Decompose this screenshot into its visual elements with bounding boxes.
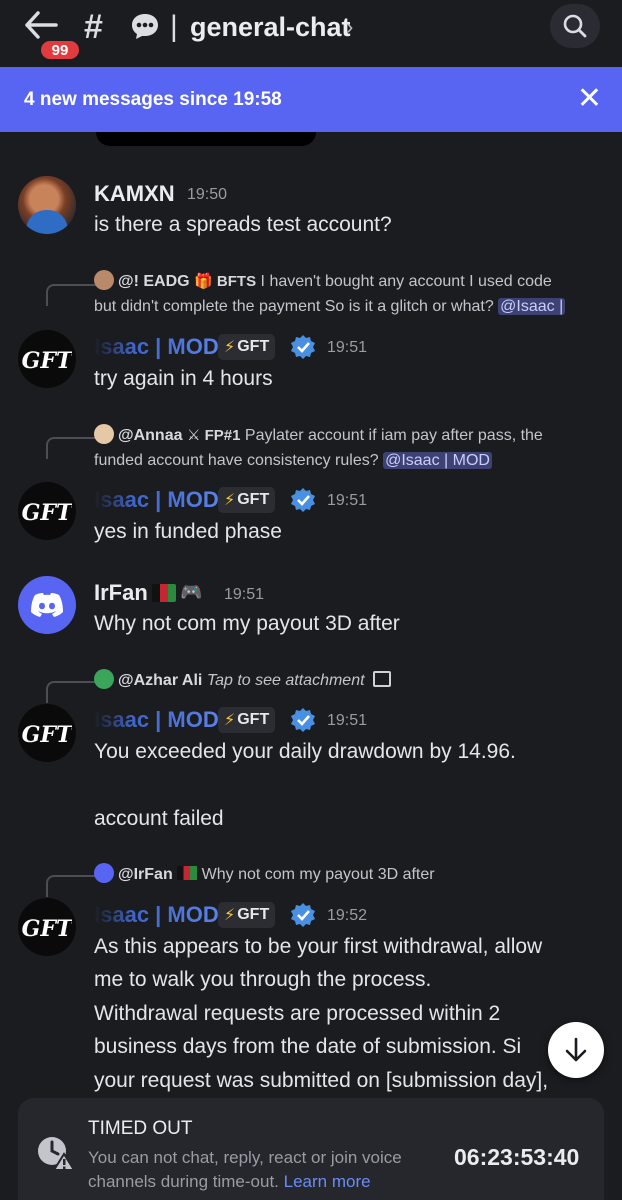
reply-preview[interactable]: @! EADG 🎁 BFTS I haven't bought any acco… — [94, 269, 604, 319]
lightning-icon: ⚡ — [224, 492, 236, 509]
reply-avatar — [94, 270, 114, 290]
avatar[interactable]: GFT — [18, 482, 76, 540]
chevron-right-icon[interactable]: › — [346, 14, 353, 40]
server-tag: ⚡ GFT — [218, 707, 276, 733]
unread-badge: 99 — [38, 38, 82, 62]
image-icon — [373, 671, 391, 687]
svg-text:GFT: GFT — [22, 500, 72, 526]
message-text: Why not com my payout 3D after — [94, 612, 400, 635]
message-text: try again in 4 hours — [94, 367, 273, 390]
avatar[interactable] — [18, 576, 76, 634]
gft-logo-icon: GFT — [22, 348, 72, 374]
reply-author: @! EADG — [118, 273, 190, 290]
server-tag: ⚡ GFT — [218, 487, 276, 513]
message-author[interactable]: Isaac | MOD — [94, 707, 219, 733]
speech-bubble-icon — [132, 14, 158, 39]
avatar[interactable]: GFT — [18, 704, 76, 762]
svg-text:GFT: GFT — [22, 722, 72, 748]
timeout-description: You can not chat, reply, react or join v… — [88, 1148, 402, 1191]
avatar[interactable] — [18, 176, 76, 234]
search-button[interactable] — [550, 4, 600, 48]
lightning-icon: ⚡ — [224, 339, 236, 356]
svg-text:GFT: GFT — [22, 916, 72, 942]
arrow-down-icon — [565, 1037, 587, 1062]
server-tag: ⚡ GFT — [218, 902, 276, 928]
message-text: business days from the date of submissio… — [94, 1035, 522, 1058]
server-tag: ⚡ GFT — [218, 334, 276, 360]
avatar[interactable]: GFT — [18, 898, 76, 956]
scroll-to-bottom-button[interactable] — [548, 1022, 604, 1078]
mention[interactable]: @Isaac | — [498, 298, 566, 315]
verified-icon — [291, 708, 315, 732]
message-time: 19:51 — [327, 492, 368, 509]
message-text: me to walk you through the process. — [94, 968, 432, 991]
reply-preview[interactable]: @Azhar Ali Tap to see attachment — [94, 668, 604, 693]
learn-more-link[interactable]: Learn more — [284, 1172, 371, 1191]
message-text: yes in funded phase — [94, 520, 282, 543]
gft-logo-icon: GFT — [22, 500, 72, 526]
message-text: Withdrawal requests are processed within… — [94, 1002, 501, 1025]
verified-icon — [291, 335, 315, 359]
message-time: 19:51 — [224, 586, 265, 603]
reply-line-1: Why not com my payout 3D after — [201, 866, 435, 883]
message-text: account failed — [94, 807, 224, 830]
timeout-panel: TIMED OUT You can not chat, reply, react… — [18, 1098, 604, 1200]
verified-icon — [291, 488, 315, 512]
title-separator: | — [170, 10, 178, 43]
message-time: 19:52 — [327, 907, 368, 924]
channel-title[interactable]: general-chat — [190, 12, 351, 43]
discord-logo-icon — [31, 593, 63, 617]
gamepad-icon: 🎮 — [180, 582, 203, 602]
reply-avatar — [94, 669, 114, 689]
mention[interactable]: @Isaac | MOD — [383, 452, 492, 469]
reply-avatar — [94, 863, 114, 883]
avatar[interactable]: GFT — [18, 330, 76, 388]
message-text: You exceeded your daily drawdown by 14.9… — [94, 740, 516, 763]
close-icon[interactable]: ✕ — [577, 84, 602, 114]
timeout-title: TIMED OUT — [88, 1118, 193, 1139]
gft-logo-icon: GFT — [22, 916, 72, 942]
lightning-icon: ⚡ — [224, 907, 236, 924]
reply-author: @IrFan — [118, 866, 173, 883]
message-author[interactable]: Isaac | MOD — [94, 487, 219, 513]
reply-preview[interactable]: @Annaa ⚔ FP#1 Paylater account if iam pa… — [94, 423, 604, 473]
message-text: your request was submitted on [submissio… — [94, 1069, 549, 1092]
message-time: 19:51 — [327, 712, 368, 729]
embedded-image-edge — [96, 132, 316, 146]
afghanistan-flag-icon — [152, 584, 176, 602]
verified-icon — [291, 903, 315, 927]
message-author[interactable]: Isaac | MOD — [94, 902, 219, 928]
clock-warning-icon — [38, 1137, 76, 1171]
reply-line-1: Paylater account if iam pay after pass, … — [244, 427, 543, 444]
reply-line-1: Tap to see attachment — [206, 672, 365, 689]
search-icon — [563, 14, 587, 38]
message-author[interactable]: KAMXN — [94, 181, 175, 207]
hash-icon: # — [84, 8, 103, 46]
reply-author: @Azhar Ali — [118, 672, 203, 689]
message-time: 19:50 — [187, 186, 228, 203]
reply-preview[interactable]: @IrFan Why not com my payout 3D after — [94, 862, 604, 887]
new-messages-banner[interactable]: 4 new messages since 19:58 ✕ — [0, 67, 622, 132]
timeout-countdown: 06:23:53:40 — [454, 1144, 580, 1170]
back-arrow-icon — [25, 11, 58, 39]
reply-avatar — [94, 424, 114, 444]
reply-author: @Annaa — [118, 427, 183, 444]
reply-line-1: I haven't bought any account I used code — [260, 273, 552, 290]
afghanistan-flag-icon — [177, 866, 198, 880]
message-author[interactable]: IrFan — [94, 580, 148, 606]
role-tag: 🎁 BFTS — [194, 273, 257, 290]
gft-logo-icon: GFT — [22, 722, 72, 748]
lightning-icon: ⚡ — [224, 712, 236, 729]
message-text: As this appears to be your first withdra… — [94, 935, 543, 958]
channel-header: 99 # | general-chat › — [0, 0, 622, 66]
role-tag: ⚔ FP#1 — [186, 427, 241, 444]
reply-line-2: but didn't complete the payment So is it… — [94, 298, 494, 315]
svg-text:GFT: GFT — [22, 348, 72, 374]
message-time: 19:51 — [327, 339, 368, 356]
message-text: is there a spreads test account? — [94, 213, 392, 236]
message-author[interactable]: Isaac | MOD — [94, 334, 219, 360]
new-messages-text: 4 new messages since 19:58 — [24, 88, 282, 110]
reply-line-2: funded account have consistency rules? — [94, 452, 379, 469]
